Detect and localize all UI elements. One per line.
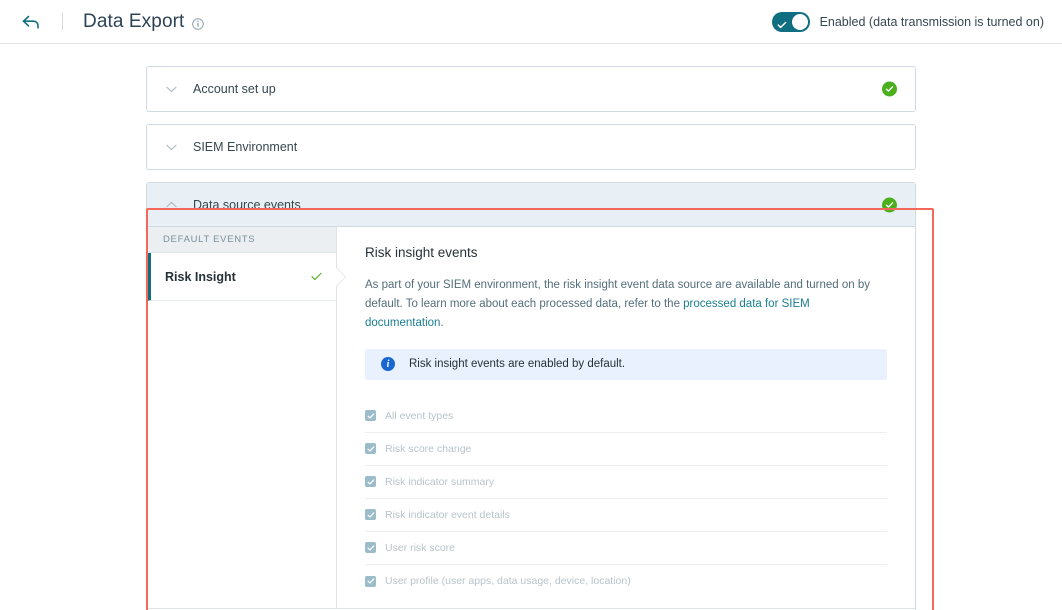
checkbox-risk-score-change (365, 443, 376, 454)
checkbox-row: Risk score change (365, 433, 887, 466)
checkbox-risk-indicator-summary (365, 476, 376, 487)
back-arrow-icon[interactable] (18, 9, 44, 35)
checkbox-label: All event types (385, 410, 453, 422)
data-transmission-toggle-group[interactable]: Enabled (data transmission is turned on) (772, 12, 1044, 32)
checkbox-row: Risk indicator summary (365, 466, 887, 499)
section-header-data-source-events[interactable]: Data source events (147, 183, 915, 227)
chevron-down-icon (163, 144, 179, 151)
checkbox-label: Risk indicator event details (385, 509, 510, 521)
check-icon (311, 272, 322, 281)
section-siem-environment: SIEM Environment (146, 124, 916, 170)
checkbox-user-profile (365, 576, 376, 587)
checkbox-row: User profile (user apps, data usage, dev… (365, 565, 887, 598)
chevron-down-icon (163, 86, 179, 93)
page-title: Data Export (83, 11, 184, 33)
section-title: Account set up (193, 82, 276, 96)
status-complete-badge (882, 197, 897, 212)
section-data-source-events: Data source events DEFAULT EVENTS Risk I… (146, 182, 916, 610)
checkbox-user-risk-score (365, 542, 376, 553)
info-circle-icon[interactable] (192, 18, 204, 30)
sidebar-item-label: Risk Insight (165, 270, 311, 284)
info-banner: i Risk insight events are enabled by def… (365, 349, 887, 380)
events-sidebar: DEFAULT EVENTS Risk Insight (147, 227, 337, 608)
chevron-up-icon (163, 201, 179, 208)
info-banner-text: Risk insight events are enabled by defau… (409, 358, 625, 370)
toggle-knob (792, 14, 808, 30)
sidebar-item-risk-insight[interactable]: Risk Insight (147, 253, 336, 301)
checkbox-all-event-types (365, 410, 376, 421)
content-description: As part of your SIEM environment, the ri… (365, 276, 870, 333)
header-divider (62, 13, 63, 30)
info-icon: i (381, 357, 395, 371)
page-body: Account set up SIEM Environment (0, 44, 1062, 610)
selection-pointer (336, 268, 345, 286)
section-header-siem-environment[interactable]: SIEM Environment (147, 125, 915, 169)
data-transmission-toggle[interactable] (772, 12, 810, 32)
sidebar-heading: DEFAULT EVENTS (147, 227, 336, 253)
checkbox-label: User profile (user apps, data usage, dev… (385, 575, 631, 587)
section-title: Data source events (193, 198, 301, 212)
section-header-account-setup[interactable]: Account set up (147, 67, 915, 111)
section-account-setup: Account set up (146, 66, 916, 112)
section-title: SIEM Environment (193, 140, 297, 154)
checkbox-row: All event types (365, 400, 887, 433)
top-bar: Data Export Enabled (data transmission i… (0, 0, 1062, 44)
status-complete-badge (882, 82, 897, 97)
checkbox-row: Risk indicator event details (365, 499, 887, 532)
section-body: DEFAULT EVENTS Risk Insight R (147, 227, 915, 608)
checkbox-row: User risk score (365, 532, 887, 565)
event-type-checkbox-list: All event types Risk score change (365, 400, 887, 598)
checkbox-label: User risk score (385, 542, 455, 554)
description-text-end: . (440, 317, 443, 329)
events-detail-panel: Risk insight events As part of your SIEM… (337, 227, 915, 608)
accordion-list: Account set up SIEM Environment (146, 66, 916, 610)
toggle-label: Enabled (data transmission is turned on) (820, 15, 1044, 29)
toggle-check-icon (777, 17, 787, 35)
checkbox-label: Risk score change (385, 443, 471, 455)
checkbox-label: Risk indicator summary (385, 476, 494, 488)
content-title: Risk insight events (365, 245, 887, 260)
checkbox-risk-indicator-event-details (365, 509, 376, 520)
